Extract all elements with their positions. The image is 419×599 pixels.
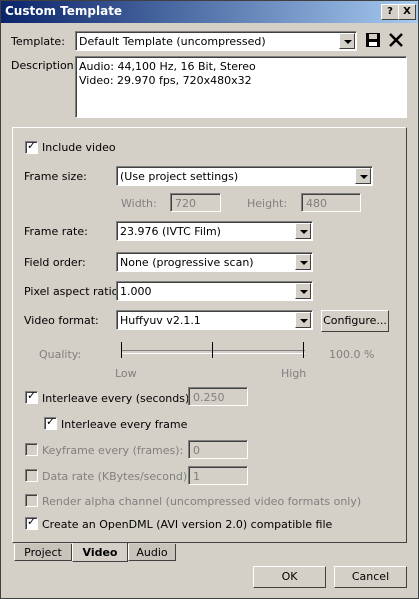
interleave-field: 0.250 — [188, 387, 248, 406]
keyframe-value: 0 — [193, 444, 200, 457]
tab-project[interactable]: Project — [14, 544, 72, 561]
template-label: Template: — [11, 35, 65, 48]
cancel-label: Cancel — [351, 570, 390, 583]
datarate-field: 1 — [188, 466, 248, 485]
window-title: Custom Template — [5, 4, 123, 18]
field-order-value: None (progressive scan) — [120, 256, 254, 269]
keyframe-field: 0 — [188, 440, 248, 459]
frame-rate-label: Frame rate: — [24, 225, 88, 238]
description-label: Description: — [11, 59, 78, 72]
quality-tick-low — [121, 342, 122, 358]
render-alpha-label: Render alpha channel (uncompressed video… — [42, 495, 362, 508]
floppy-disk-icon[interactable] — [365, 32, 381, 48]
tab-video-label: Video — [82, 546, 118, 559]
keyframe-checkbox[interactable] — [25, 443, 38, 456]
description-line-1: Audio: 44,100 Hz, 16 Bit, Stereo — [79, 60, 256, 73]
dialog-window: Custom Template ? X Template: Default Te… — [0, 0, 419, 599]
tab-audio[interactable]: Audio — [128, 544, 176, 561]
height-field: 480 — [301, 193, 361, 212]
quality-low-label: Low — [115, 367, 137, 380]
chevron-down-icon[interactable] — [339, 33, 355, 49]
configure-button[interactable]: Configure... — [321, 310, 389, 332]
pixel-aspect-label: Pixel aspect ratio: — [24, 285, 123, 298]
configure-label: Configure... — [323, 314, 387, 327]
interleave-label: Interleave every (seconds): — [42, 392, 193, 405]
tab-audio-label: Audio — [136, 546, 168, 559]
chevron-down-icon[interactable] — [295, 223, 311, 239]
ok-button[interactable]: OK — [253, 566, 326, 588]
description-line-2: Video: 29.970 fps, 720x480x32 — [79, 74, 252, 87]
render-alpha-checkbox[interactable] — [25, 494, 38, 507]
width-label: Width: — [121, 197, 157, 210]
quality-tick-high — [303, 342, 304, 358]
field-order-select[interactable]: None (progressive scan) — [116, 252, 313, 272]
quality-value: 100.0 % — [329, 348, 375, 361]
title-bar[interactable]: Custom Template ? X — [1, 1, 418, 23]
video-format-select[interactable]: Huffyuv v2.1.1 — [116, 310, 313, 330]
include-video-label: Include video — [42, 141, 116, 154]
cancel-button[interactable]: Cancel — [334, 566, 407, 588]
help-button[interactable]: ? — [381, 4, 399, 20]
keyframe-label: Keyframe every (frames): — [42, 444, 184, 457]
chevron-down-icon[interactable] — [295, 283, 311, 299]
chevron-down-icon[interactable] — [295, 312, 311, 328]
frame-rate-value: 23.976 (IVTC Film) — [120, 225, 221, 238]
quality-label: Quality: — [39, 348, 82, 361]
chevron-down-icon[interactable] — [295, 254, 311, 270]
height-value: 480 — [306, 197, 327, 210]
delete-x-icon[interactable] — [388, 32, 404, 48]
interleave-frame-label: Interleave every frame — [61, 418, 188, 431]
frame-size-select[interactable]: (Use project settings) — [116, 166, 373, 186]
tab-video[interactable]: Video — [72, 543, 128, 562]
description-box[interactable]: Audio: 44,100 Hz, 16 Bit, Stereo Video: … — [75, 56, 407, 118]
video-format-label: Video format: — [24, 314, 99, 327]
quality-high-label: High — [281, 367, 307, 380]
datarate-label: Data rate (KBytes/second): — [42, 470, 191, 483]
frame-size-label: Frame size: — [24, 170, 87, 183]
chevron-down-icon[interactable] — [355, 168, 371, 184]
quality-tick-mid — [212, 342, 213, 358]
frame-rate-select[interactable]: 23.976 (IVTC Film) — [116, 221, 313, 241]
frame-size-value: (Use project settings) — [120, 170, 239, 183]
height-label: Height: — [247, 197, 288, 210]
opendml-label: Create an OpenDML (AVI version 2.0) comp… — [42, 518, 333, 531]
interleave-frame-checkbox[interactable]: ✓ — [44, 415, 57, 430]
include-video-checkbox[interactable]: ✓ — [25, 139, 38, 154]
width-value: 720 — [175, 197, 196, 210]
field-order-label: Field order: — [24, 256, 86, 269]
template-select[interactable]: Default Template (uncompressed) — [75, 31, 357, 51]
width-field: 720 — [170, 193, 221, 212]
datarate-checkbox[interactable] — [25, 469, 38, 482]
datarate-value: 1 — [193, 470, 200, 483]
tab-project-label: Project — [24, 546, 62, 559]
ok-label: OK — [281, 570, 298, 583]
pixel-aspect-select[interactable]: 1.000 — [116, 281, 313, 301]
opendml-checkbox[interactable]: ✓ — [25, 515, 38, 530]
interleave-value: 0.250 — [193, 391, 225, 404]
quality-slider-track — [121, 350, 305, 354]
pixel-aspect-value: 1.000 — [120, 285, 152, 298]
template-value: Default Template (uncompressed) — [79, 35, 266, 48]
video-format-value: Huffyuv v2.1.1 — [120, 314, 201, 327]
close-button[interactable]: X — [398, 4, 416, 20]
interleave-checkbox[interactable]: ✓ — [25, 389, 38, 404]
